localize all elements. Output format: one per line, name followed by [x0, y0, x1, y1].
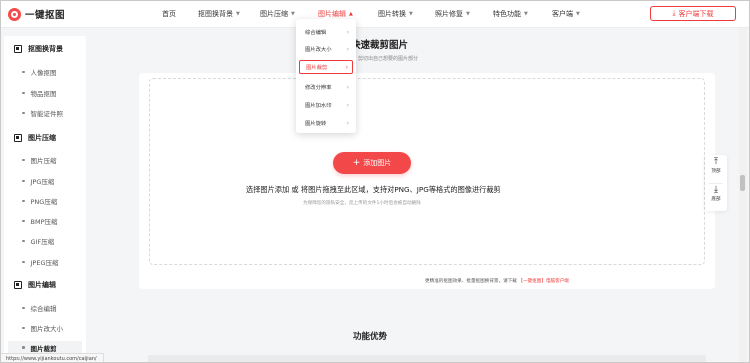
nav-cutout-background[interactable]: 抠图换背景 ▼ [198, 9, 240, 19]
sidebar-section-edit[interactable]: 图片编辑 [14, 280, 56, 290]
sidebar-item-object-cutout[interactable]: 物品抠图 [22, 88, 57, 98]
sidebar-item-gif-compress[interactable]: GIF压缩 [22, 236, 54, 246]
chevron-down-icon: ▼ [409, 11, 413, 17]
sidebar-item-general-edit[interactable]: 综合编辑 [22, 303, 57, 313]
sidebar: 抠图换背景 人像抠图 物品抠图 智能证件照 图片压缩 图片压缩 JPG压缩 PN… [4, 36, 86, 363]
menu-item-general-edit[interactable]: 综合编辑 › [299, 25, 353, 39]
nav-photo-repair[interactable]: 照片修复 ▼ [435, 9, 470, 19]
status-url: https://www.yijiankoutu.com/caijian/ [0, 353, 104, 363]
upload-hint: 选择图片添加 或 将图片拖拽至此区域，支持对PNG、JPG等格式的图像进行裁剪 [246, 185, 501, 194]
nav-image-compress[interactable]: 图片压缩 ▼ [260, 9, 295, 19]
page-subtitle: 剪切出自己想要的图片部分 [358, 56, 419, 62]
logo-icon [8, 7, 21, 21]
client-promo: 更精准的抠图效果、批量抠图换背景，请下载 【一键抠图】电脑客户端 [425, 279, 569, 284]
download-icon: ⤓ [672, 9, 676, 17]
upload-card [139, 73, 715, 289]
chevron-up-icon: ▲ [349, 11, 353, 17]
floating-toolbar: ⤒ 顶部 ⤓ 底部 [705, 155, 727, 211]
sidebar-section-cutout[interactable]: 抠图换背景 [14, 44, 63, 54]
image-edit-icon [14, 45, 22, 53]
feature-section-title: 功能优势 [353, 332, 388, 342]
sidebar-item-portrait-cutout[interactable]: 人像抠图 [22, 67, 57, 77]
logo-text: 一键抠图 [25, 10, 66, 21]
back-to-top-button[interactable]: ⤒ 顶部 [705, 157, 727, 175]
chevron-right-icon: › [346, 45, 349, 53]
chevron-right-icon: › [346, 28, 349, 36]
privacy-note: 为保障您的隐私安全，您上传的文件1小时后会被自动删除 [303, 201, 421, 206]
compress-icon [14, 134, 22, 142]
feature-section-strip [148, 355, 706, 363]
sidebar-item-jpeg-compress[interactable]: JPEG压缩 [22, 257, 58, 267]
chevron-down-icon: ▼ [466, 11, 470, 17]
chevron-right-icon: › [345, 63, 348, 71]
plus-icon: + [352, 157, 361, 168]
client-download-button[interactable]: ⤓ 客户端下载 [650, 6, 736, 21]
edit-icon [14, 281, 22, 289]
menu-item-resolution[interactable]: 修改分辨率 › [299, 80, 353, 94]
sidebar-item-bmp-compress[interactable]: BMP压缩 [22, 216, 58, 226]
image-edit-dropdown: 综合编辑 › 图片改大小 › 图片裁剪 › 修改分辨率 › 图片加水印 › 图片旋转 › [296, 15, 356, 133]
chevron-down-icon: ▼ [524, 11, 528, 17]
arrow-down-icon: ⤓ [714, 185, 718, 195]
menu-item-watermark[interactable]: 图片加水印 › [299, 98, 353, 112]
drop-zone[interactable] [149, 78, 705, 265]
chevron-down-icon: ▼ [576, 11, 580, 17]
chevron-right-icon: › [346, 83, 349, 91]
sidebar-item-png-compress[interactable]: PNG压缩 [22, 196, 57, 206]
nav-home[interactable]: 首页 [162, 9, 176, 19]
menu-item-crop[interactable]: 图片裁剪 › [299, 60, 353, 74]
chevron-down-icon: ▼ [236, 11, 240, 17]
sidebar-section-compress[interactable]: 图片压缩 [14, 133, 56, 143]
chevron-right-icon: › [346, 101, 349, 109]
chevron-down-icon: ▼ [291, 11, 295, 17]
nav-special-features[interactable]: 特色功能 ▼ [493, 9, 528, 19]
sidebar-item-image-compress[interactable]: 图片压缩 [22, 155, 57, 165]
sidebar-item-id-photo[interactable]: 智能证件照 [22, 108, 63, 118]
menu-item-rotate[interactable]: 图片旋转 › [299, 116, 353, 130]
menu-item-resize[interactable]: 图片改大小 › [299, 42, 353, 56]
chevron-right-icon: › [346, 119, 349, 127]
page-title: 快速裁剪图片 [351, 40, 409, 51]
go-to-bottom-button[interactable]: ⤓ 底部 [705, 185, 727, 203]
sidebar-item-jpg-compress[interactable]: JPG压缩 [22, 176, 54, 186]
page-scrollbar[interactable] [739, 28, 747, 362]
sidebar-item-resize[interactable]: 图片改大小 [22, 323, 63, 333]
top-header: 一键抠图 首页 抠图换背景 ▼ 图片压缩 ▼ 图片编辑 ▲ 图片转换 ▼ 照片修复 ▼ 特… [0, 0, 750, 28]
site-logo[interactable]: 一键抠图 [8, 7, 65, 21]
add-image-button[interactable]: + 添加图片 [333, 152, 411, 174]
nav-image-convert[interactable]: 图片转换 ▼ [378, 9, 413, 19]
client-download-link[interactable]: 【一键抠图】电脑客户端 [518, 279, 569, 284]
nav-client[interactable]: 客户端 ▼ [552, 9, 580, 19]
arrow-up-icon: ⤒ [714, 157, 718, 167]
scrollbar-thumb[interactable] [740, 175, 745, 191]
